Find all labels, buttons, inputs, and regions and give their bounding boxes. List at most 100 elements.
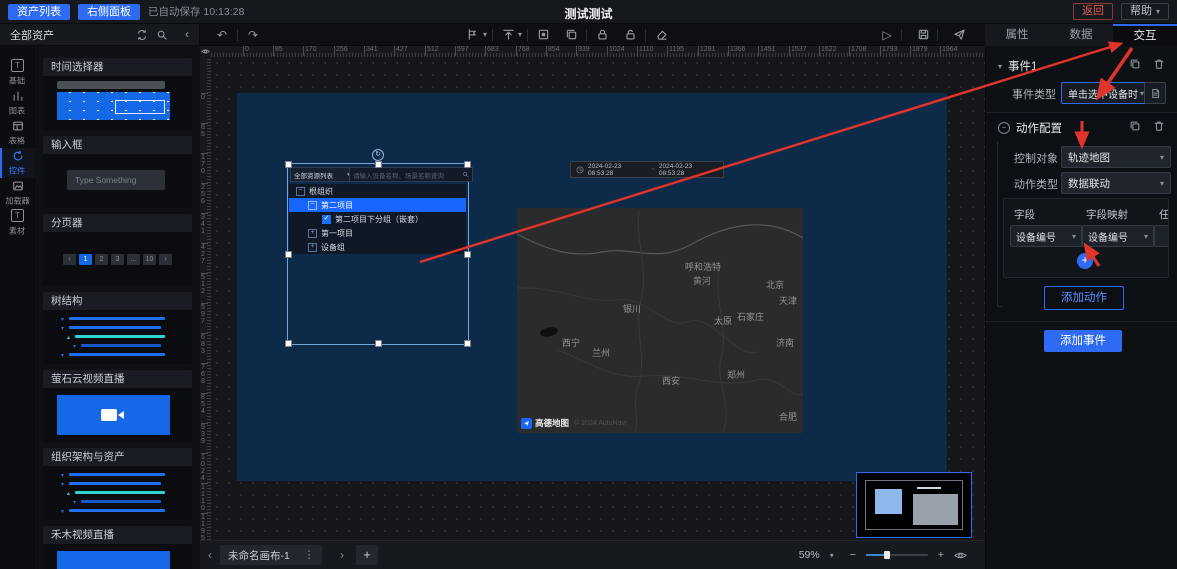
event-code-button[interactable] [1144,82,1166,104]
align-vertical-caret-icon[interactable]: ▾ [518,30,522,39]
control-object-value: 轨迹地图 [1068,150,1110,165]
chevron-down-icon[interactable]: ▾ [998,62,1002,71]
tree-node-selected[interactable]: − 第二项目 [289,198,466,212]
resize-handle-e[interactable] [464,251,471,258]
asset-card-input[interactable]: 输入框 Type Something [43,136,192,208]
asset-card-tree[interactable]: 树结构 ▾ ▾ ▴ ▾ ▾ [43,292,192,364]
eye-icon[interactable] [201,47,210,56]
asset-panel-title: 全部资产 [10,27,54,43]
rail-item-charts[interactable]: 图表 [0,88,35,118]
add-event-button[interactable]: 添加事件 [1044,330,1122,352]
add-mapping-button[interactable]: + [1077,253,1093,269]
lock-icon[interactable] [592,26,612,44]
eye-icon[interactable] [954,549,967,562]
tree-node[interactable]: ✓ 第二项目下分组（嵌套） [289,212,466,226]
date-separator: ~ [651,166,655,173]
rotate-handle[interactable]: ↻ [372,149,384,161]
resize-handle-n[interactable] [375,161,382,168]
add-action-button[interactable]: 添加动作 [1044,286,1124,310]
delete-action-icon[interactable] [1150,117,1168,135]
resize-handle-w[interactable] [285,251,292,258]
card-title: 分页器 [43,214,192,232]
align-vertical-icon[interactable] [498,26,518,44]
tree-node[interactable]: + 第一项目 [289,226,466,240]
tree-preview: ▾ ▾ ▴ ▾ ▾ [43,310,192,364]
control-object-dropdown[interactable]: 轨迹地图 ▾ [1061,146,1171,168]
align-horizontal-icon[interactable] [463,26,483,44]
delete-event-icon[interactable] [1150,55,1168,73]
resize-handle-s[interactable] [375,340,382,347]
collapse-panel-icon[interactable]: ‹ [185,27,189,41]
swap-view-icon[interactable] [133,26,151,44]
preview-icon[interactable]: ▷ [877,26,897,44]
zoom-out-button[interactable]: − [850,549,856,561]
asset-card-timepicker[interactable]: 时间选择器 [43,58,192,130]
save-icon[interactable] [913,26,933,44]
align-horizontal-caret-icon[interactable]: ▾ [483,30,487,39]
rail-item-controls[interactable]: 控件 [0,148,35,178]
asset-card-pager[interactable]: 分页器 ‹123…10› [43,214,192,286]
chevron-down-icon: ▾ [1156,4,1160,19]
map-label: 济南 [776,336,794,349]
minimap-datepicker-line [917,487,941,489]
mapping-dropdown[interactable]: 设备编号 ▾ [1082,225,1154,247]
tree-widget[interactable]: ↻ 全部资源列表 ▾ 请输入设备名称、场景名称查询 − 根组织 − 第二项目 [287,163,469,345]
help-button[interactable]: 帮助 ▾ [1121,3,1169,20]
tab-properties[interactable]: 属性 [985,24,1049,46]
rail-item-loaders[interactable]: 加载器 [0,178,35,208]
resize-handle-ne[interactable] [464,161,471,168]
collapse-section-icon[interactable]: − [998,122,1010,134]
date-range-picker[interactable]: 2024-02-23 08:53:28 ~ 2024-02-23 08:53:2… [570,161,724,178]
resize-handle-se[interactable] [464,340,471,347]
action-header: − 动作配置 [998,120,1062,136]
map-label: 北京 [766,278,784,291]
next-canvas-icon[interactable]: › [340,548,344,562]
prev-canvas-icon[interactable]: ‹ [208,548,212,562]
tree-widget-dropdown[interactable]: 全部资源列表 ▾ [290,167,354,182]
card-title: 输入框 [43,136,192,154]
asset-panel-header: 全部资产 ‹ [0,24,200,46]
back-button[interactable]: 返回 [1073,3,1113,20]
extra-dropdown[interactable] [1154,225,1169,247]
tab-interaction[interactable]: 交互 [1113,24,1177,46]
rail-item-basic[interactable]: T 基础 [0,58,35,88]
asset-card-hemu-video[interactable]: 禾木视频直播 [43,526,192,569]
redo-icon[interactable]: ↷ [243,26,263,44]
resize-handle-nw[interactable] [285,161,292,168]
zoom-in-button[interactable]: + [938,549,944,561]
chevron-down-icon[interactable]: ▾ [830,551,834,560]
action-type-dropdown[interactable]: 数据联动 ▾ [1061,172,1171,194]
rail-item-materials[interactable]: T 素材 [0,208,35,238]
zoom-percent[interactable]: 59% [799,549,820,561]
asset-card-org-assets[interactable]: 组织架构与资产 ▾ ▾ ▴ ▾ ▾ [43,448,192,520]
zoom-slider[interactable] [866,554,928,556]
map-widget[interactable]: 呼和浩特 黄河 北京 天津 银川 太原 石家庄 济南 西宁 兰州 西安 郑州 合… [517,208,803,433]
copy-event-icon[interactable] [1126,55,1144,73]
resize-handle-sw[interactable] [285,340,292,347]
minimap[interactable] [856,472,972,538]
rail-label: 表格 [9,134,25,146]
workspace[interactable]: ↻ 全部资源列表 ▾ 请输入设备名称、场景名称查询 − 根组织 − 第二项目 [211,57,985,540]
action-type-label: 动作类型 [1014,176,1058,192]
asset-card-ezviz-video[interactable]: 萤石云视频直播 [43,370,192,442]
event-type-dropdown[interactable]: 单击选中设备时 ▾ [1061,82,1151,104]
canvas-tab[interactable]: 未命名画布-1 ⋮ [220,545,322,565]
publish-icon[interactable] [949,26,969,44]
tree-node[interactable]: − 根组织 [289,184,466,198]
rail-item-tables[interactable]: 表格 [0,118,35,148]
canvas-toolbar: ↶ ↷ ▾ ▾ ▷ [200,24,985,46]
eraser-icon[interactable] [651,26,671,44]
copy-icon[interactable] [561,26,581,44]
tree-widget-search[interactable]: 请输入设备名称、场景名称查询 [349,167,473,182]
tab-data[interactable]: 数据 [1049,24,1113,46]
search-icon[interactable] [153,26,171,44]
group-icon[interactable] [533,26,553,44]
undo-icon[interactable]: ↶ [212,26,232,44]
unlock-icon[interactable] [620,26,640,44]
kebab-icon[interactable]: ⋮ [304,549,315,561]
field-dropdown[interactable]: 设备编号 ▾ [1010,225,1082,247]
toolbar-divider [645,29,646,41]
add-canvas-button[interactable]: + [356,545,378,565]
tree-node[interactable]: + 设备组 [289,240,466,254]
copy-action-icon[interactable] [1126,117,1144,135]
